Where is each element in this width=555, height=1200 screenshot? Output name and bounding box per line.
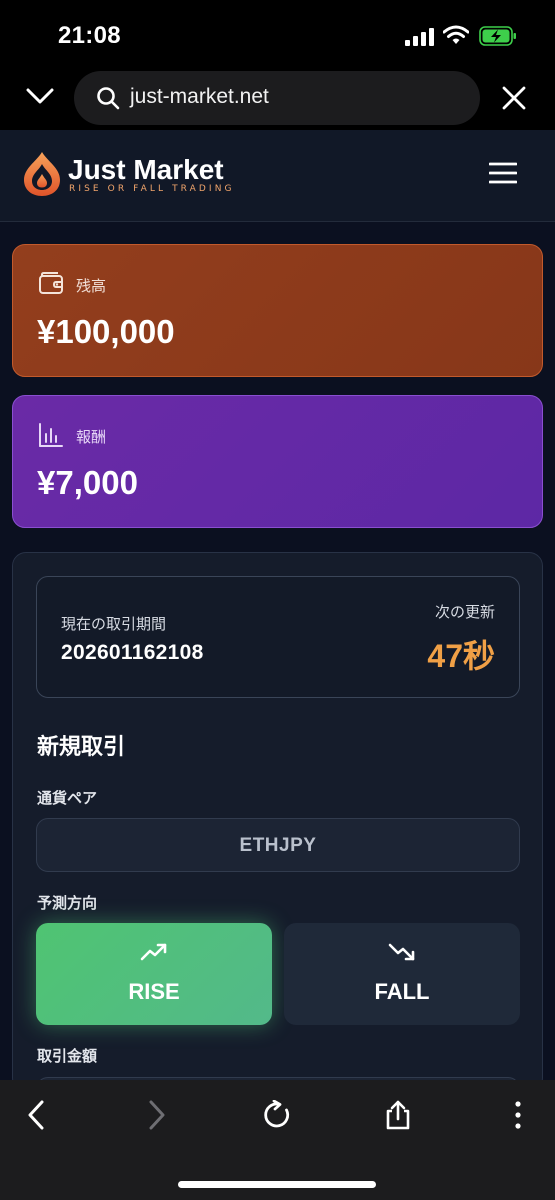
status-bar: 21:08 [0,0,555,66]
forward-arrow-icon[interactable] [141,1100,171,1130]
more-icon[interactable] [503,1100,533,1130]
url-text: just-market.net [130,85,269,108]
close-icon[interactable] [502,86,526,110]
next-update-countdown: 47秒 [427,638,495,674]
balance-value: ¥100,000 [37,313,175,350]
home-indicator [178,1181,376,1188]
reward-label: 報酬 [76,428,107,446]
trade-amount-label: 取引金額 [37,1047,98,1065]
balance-label: 残高 [76,277,107,295]
rise-button[interactable]: RISE [36,923,272,1025]
browser-address-bar: just-market.net [0,66,555,130]
period-label: 現在の取引期間 [61,615,167,633]
flame-logo-icon[interactable] [22,150,62,198]
next-update-label: 次の更新 [434,603,495,621]
reward-card: 報酬 ¥7,000 [12,395,543,528]
new-trade-title: 新規取引 [37,735,126,760]
app-header: Just Market RISE OR FALL TRADING [0,130,555,222]
status-time: 21:08 [58,22,121,49]
period-info-box: 現在の取引期間 202601162108 次の更新 47秒 [36,576,520,698]
fall-button[interactable]: FALL [284,923,520,1025]
trend-down-icon [388,943,415,961]
browser-toolbar [0,1080,555,1200]
balance-card: 残高 ¥100,000 [12,244,543,377]
battery-charging-icon [479,26,516,46]
brand-tagline: RISE OR FALL TRADING [69,184,235,194]
currency-pair-value: ETHJPY [239,835,317,856]
period-value: 202601162108 [61,641,204,664]
wallet-icon [39,272,63,294]
reload-icon[interactable] [262,1100,292,1130]
reward-value: ¥7,000 [37,464,138,501]
chevron-down-icon[interactable] [26,86,54,106]
currency-pair-select[interactable]: ETHJPY [36,818,520,872]
back-arrow-icon[interactable] [22,1100,52,1130]
url-field[interactable]: just-market.net [74,71,480,125]
trend-up-icon [140,943,167,961]
currency-pair-label: 通貨ペア [37,789,98,807]
fall-label: FALL [374,979,430,1004]
direction-label: 予測方向 [37,894,98,912]
trade-panel: 現在の取引期間 202601162108 次の更新 47秒 新規取引 通貨ペア … [12,552,543,1107]
wifi-icon [443,25,469,44]
brand-name: Just Market [68,154,224,185]
bar-chart-icon [39,423,63,447]
rise-label: RISE [128,979,180,1004]
share-icon[interactable] [383,1100,413,1130]
hamburger-menu-icon[interactable] [489,162,517,184]
search-icon [97,87,120,110]
signal-icon [405,28,434,46]
